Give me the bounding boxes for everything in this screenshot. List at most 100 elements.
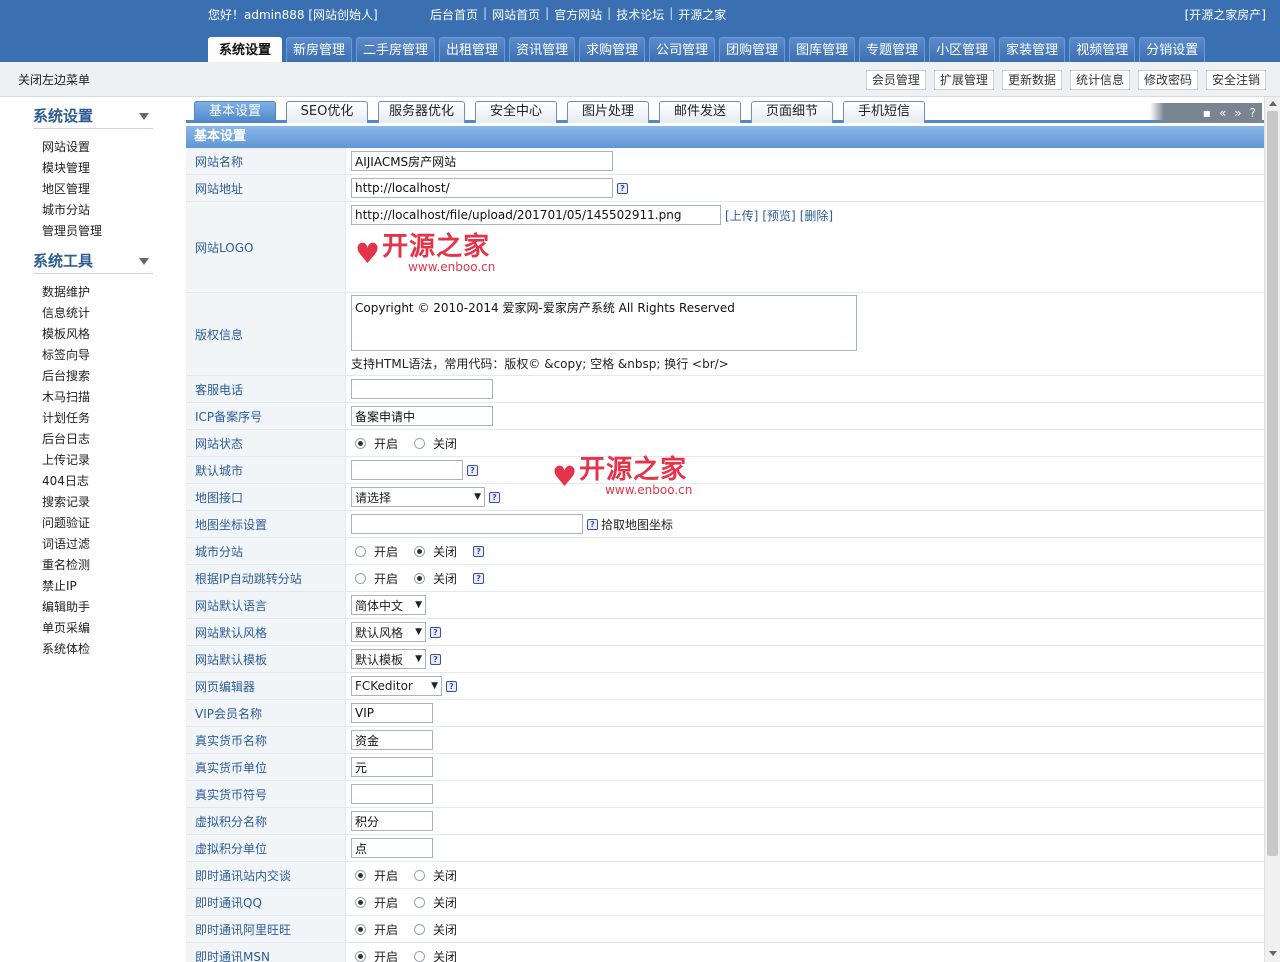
money-unit-input[interactable] bbox=[351, 757, 433, 777]
im-site-off-radio[interactable] bbox=[414, 869, 426, 881]
credit-unit-input[interactable] bbox=[351, 838, 433, 858]
tab-video[interactable]: 视频管理 bbox=[1069, 37, 1136, 62]
menu-item-ban-ip[interactable]: 禁止IP bbox=[33, 576, 153, 597]
menu-item-module-manage[interactable]: 模块管理 bbox=[33, 158, 153, 179]
menu-item-system-check[interactable]: 系统体检 bbox=[33, 639, 153, 660]
vip-name-input[interactable] bbox=[351, 703, 433, 723]
link-enboo[interactable]: 开源之家 bbox=[678, 6, 726, 23]
help-icon[interactable]: ? bbox=[1250, 107, 1256, 119]
menu-item-single-page[interactable]: 单页采编 bbox=[33, 618, 153, 639]
help-icon[interactable]: ? bbox=[587, 518, 598, 530]
update-data-button[interactable]: 更新数据 bbox=[1001, 70, 1062, 90]
help-icon[interactable]: ? bbox=[489, 491, 500, 503]
scroll-down-icon[interactable] bbox=[1269, 951, 1277, 956]
icp-input[interactable] bbox=[351, 406, 493, 426]
link-tech-forum[interactable]: 技术论坛 bbox=[616, 6, 664, 23]
help-icon[interactable]: ? bbox=[467, 464, 478, 476]
menu-item-search-log[interactable]: 搜索记录 bbox=[33, 492, 153, 513]
close-left-menu-link[interactable]: 关闭左边菜单 bbox=[18, 71, 90, 88]
editor-select[interactable]: FCKeditor ▼ bbox=[351, 676, 442, 696]
status-on-radio[interactable] bbox=[355, 437, 366, 449]
menu-item-edit-assistant[interactable]: 编辑助手 bbox=[33, 597, 153, 618]
ip-redirect-off-radio[interactable] bbox=[414, 572, 426, 584]
money-name-input[interactable] bbox=[351, 730, 433, 750]
style-select[interactable]: 默认风格 ▼ bbox=[351, 622, 426, 642]
subtab-basic[interactable]: 基本设置 bbox=[194, 101, 276, 123]
im-ww-off-radio[interactable] bbox=[414, 923, 426, 935]
preview-link[interactable]: [预览] bbox=[762, 207, 795, 224]
menu-item-trojan-scan[interactable]: 木马扫描 bbox=[33, 387, 153, 408]
help-icon[interactable]: ? bbox=[473, 545, 485, 557]
tab-news[interactable]: 资讯管理 bbox=[509, 37, 576, 62]
menu-item-scheduled-tasks[interactable]: 计划任务 bbox=[33, 408, 153, 429]
link-admin-home[interactable]: 后台首页 bbox=[430, 6, 478, 23]
change-password-button[interactable]: 修改密码 bbox=[1137, 70, 1198, 90]
im-site-on-radio[interactable] bbox=[355, 869, 366, 881]
tab-company[interactable]: 公司管理 bbox=[649, 37, 716, 62]
tab-wanted[interactable]: 求购管理 bbox=[579, 37, 646, 62]
tab-rental[interactable]: 出租管理 bbox=[439, 37, 506, 62]
collapse-arrow-icon[interactable] bbox=[139, 258, 149, 265]
tab-new-house[interactable]: 新房管理 bbox=[286, 37, 353, 62]
tab-group-buy[interactable]: 团购管理 bbox=[719, 37, 786, 62]
member-manage-button[interactable]: 会员管理 bbox=[865, 70, 926, 90]
im-qq-on-radio[interactable] bbox=[355, 896, 366, 908]
next-icon[interactable]: » bbox=[1234, 107, 1241, 119]
logout-button[interactable]: 安全注销 bbox=[1205, 70, 1266, 90]
subtab-page-detail[interactable]: 页面细节 bbox=[751, 101, 834, 123]
delete-link[interactable]: [删除] bbox=[800, 207, 833, 224]
subtab-sms[interactable]: 手机短信 bbox=[843, 101, 926, 123]
tab-system-settings[interactable]: 系统设置 bbox=[208, 37, 283, 62]
extension-manage-button[interactable]: 扩展管理 bbox=[933, 70, 994, 90]
subtab-security[interactable]: 安全中心 bbox=[475, 101, 558, 123]
site-url-input[interactable] bbox=[351, 178, 613, 198]
help-icon[interactable]: ? bbox=[430, 626, 441, 638]
tab-decoration[interactable]: 家装管理 bbox=[999, 37, 1066, 62]
menu-item-admin-manage[interactable]: 管理员管理 bbox=[33, 221, 153, 242]
scroll-thumb[interactable] bbox=[1267, 111, 1278, 856]
city-sub-on-radio[interactable] bbox=[355, 545, 366, 557]
tab-topics[interactable]: 专题管理 bbox=[859, 37, 926, 62]
subtab-mail[interactable]: 邮件发送 bbox=[659, 101, 742, 123]
site-brand[interactable]: [开源之家房产] bbox=[1185, 6, 1266, 23]
menu-title-system-settings[interactable]: 系统设置 bbox=[33, 105, 153, 129]
site-name-input[interactable] bbox=[351, 151, 613, 171]
menu-item-admin-search[interactable]: 后台搜索 bbox=[33, 366, 153, 387]
help-icon[interactable]: ? bbox=[473, 572, 485, 584]
link-official-site[interactable]: 官方网站 bbox=[554, 6, 602, 23]
map-api-select[interactable]: 请选择 ▼ bbox=[351, 487, 485, 507]
im-msn-off-radio[interactable] bbox=[414, 950, 426, 962]
link-site-home[interactable]: 网站首页 bbox=[492, 6, 540, 23]
menu-title-system-tools[interactable]: 系统工具 bbox=[33, 250, 153, 274]
help-icon[interactable]: ? bbox=[430, 653, 441, 665]
menu-item-question-verify[interactable]: 问题验证 bbox=[33, 513, 153, 534]
menu-item-404-log[interactable]: 404日志 bbox=[33, 471, 153, 492]
menu-item-word-filter[interactable]: 词语过滤 bbox=[33, 534, 153, 555]
tab-distribution[interactable]: 分销设置 bbox=[1139, 37, 1206, 62]
template-select[interactable]: 默认模板 ▼ bbox=[351, 649, 426, 669]
menu-item-tag-wizard[interactable]: 标签向导 bbox=[33, 345, 153, 366]
im-ww-on-radio[interactable] bbox=[355, 923, 366, 935]
menu-item-info-stats[interactable]: 信息统计 bbox=[33, 303, 153, 324]
help-icon[interactable]: ? bbox=[446, 680, 457, 692]
scroll-up-icon[interactable] bbox=[1269, 101, 1277, 106]
prev-icon[interactable]: « bbox=[1219, 107, 1226, 119]
tab-second-hand[interactable]: 二手房管理 bbox=[356, 37, 436, 62]
statistics-button[interactable]: 统计信息 bbox=[1069, 70, 1130, 90]
credit-name-input[interactable] bbox=[351, 811, 433, 831]
subtab-server[interactable]: 服务器优化 bbox=[378, 101, 466, 123]
city-sub-off-radio[interactable] bbox=[414, 545, 426, 557]
im-msn-on-radio[interactable] bbox=[355, 950, 366, 962]
collapse-arrow-icon[interactable] bbox=[139, 113, 149, 120]
vertical-scrollbar[interactable] bbox=[1264, 97, 1280, 962]
logo-path-input[interactable] bbox=[351, 205, 721, 225]
status-off-radio[interactable] bbox=[414, 437, 426, 449]
subtab-image[interactable]: 图片处理 bbox=[567, 101, 650, 123]
default-city-input[interactable] bbox=[351, 460, 463, 480]
tab-community[interactable]: 小区管理 bbox=[929, 37, 996, 62]
help-icon[interactable]: ? bbox=[617, 182, 628, 194]
copyright-textarea[interactable]: Copyright © 2010-2014 爱家网-爱家房产系统 All Rig… bbox=[351, 295, 857, 351]
bookmark-icon[interactable]: ▪ bbox=[1203, 107, 1211, 119]
menu-item-template-style[interactable]: 模板风格 bbox=[33, 324, 153, 345]
phone-input[interactable] bbox=[351, 379, 493, 399]
